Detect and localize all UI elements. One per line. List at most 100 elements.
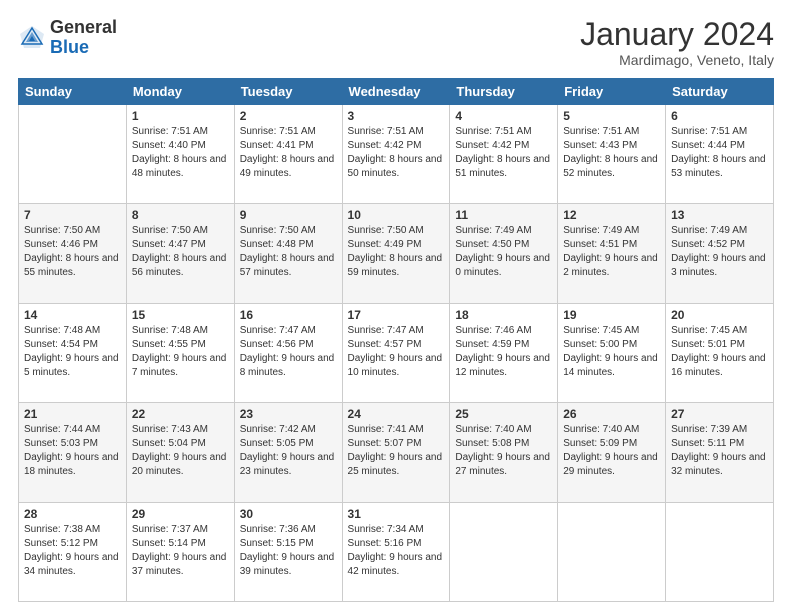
- day-number: 21: [24, 407, 121, 421]
- calendar-week-row: 14 Sunrise: 7:48 AMSunset: 4:54 PMDayligh…: [19, 303, 774, 402]
- day-number: 22: [132, 407, 229, 421]
- col-tuesday: Tuesday: [234, 79, 342, 105]
- day-number: 29: [132, 507, 229, 521]
- table-row: [450, 502, 558, 601]
- day-number: 28: [24, 507, 121, 521]
- day-number: 6: [671, 109, 768, 123]
- table-row: 1 Sunrise: 7:51 AMSunset: 4:40 PMDaylight…: [126, 105, 234, 204]
- table-row: 17Sunrise: 7:47 AMSunset: 4:57 PMDayligh…: [342, 303, 450, 402]
- day-info: Sunrise: 7:50 AMSunset: 4:48 PMDaylight:…: [240, 224, 337, 280]
- table-row: 2Sunrise: 7:51 AMSunset: 4:41 PMDaylight…: [234, 105, 342, 204]
- table-row: 26Sunrise: 7:40 AMSunset: 5:09 PMDayligh…: [558, 403, 666, 502]
- day-info: Sunrise: 7:51 AMSunset: 4:42 PMDaylight:…: [348, 125, 445, 181]
- table-row: [19, 105, 127, 204]
- table-row: 12 Sunrise: 7:49 AMSunset: 4:51 PMDayligh…: [558, 204, 666, 303]
- day-info: Sunrise: 7:47 AMSunset: 4:56 PMDaylight:…: [240, 324, 337, 380]
- table-row: [558, 502, 666, 601]
- day-number: 7: [24, 208, 121, 222]
- day-info: Sunrise: 7:43 AMSunset: 5:04 PMDaylight:…: [132, 423, 229, 479]
- day-number: 17: [348, 308, 445, 322]
- table-row: 10 Sunrise: 7:50 AMSunset: 4:49 PMDayligh…: [342, 204, 450, 303]
- table-row: 9 Sunrise: 7:50 AMSunset: 4:48 PMDaylight…: [234, 204, 342, 303]
- day-info: Sunrise: 7:39 AMSunset: 5:11 PMDaylight:…: [671, 423, 768, 479]
- col-friday: Friday: [558, 79, 666, 105]
- calendar-week-row: 21Sunrise: 7:44 AMSunset: 5:03 PMDayligh…: [19, 403, 774, 502]
- day-info: Sunrise: 7:46 AMSunset: 4:59 PMDaylight:…: [455, 324, 552, 380]
- day-info: Sunrise: 7:48 AMSunset: 4:54 PMDaylight:…: [24, 324, 121, 380]
- day-info: Sunrise: 7:41 AMSunset: 5:07 PMDaylight:…: [348, 423, 445, 479]
- day-info: Sunrise: 7:45 AMSunset: 5:00 PMDaylight:…: [563, 324, 660, 380]
- table-row: 20Sunrise: 7:45 AMSunset: 5:01 PMDayligh…: [666, 303, 774, 402]
- day-info: Sunrise: 7:50 AMSunset: 4:47 PMDaylight:…: [132, 224, 229, 280]
- table-row: 11 Sunrise: 7:49 AMSunset: 4:50 PMDayligh…: [450, 204, 558, 303]
- day-number: 8: [132, 208, 229, 222]
- day-info: Sunrise: 7:37 AMSunset: 5:14 PMDaylight:…: [132, 523, 229, 579]
- table-row: 25 Sunrise: 7:40 AMSunset: 5:08 PMDayligh…: [450, 403, 558, 502]
- table-row: 6 Sunrise: 7:51 AMSunset: 4:44 PMDaylight…: [666, 105, 774, 204]
- table-row: 23 Sunrise: 7:42 AMSunset: 5:05 PMDayligh…: [234, 403, 342, 502]
- day-number: 11: [455, 208, 552, 222]
- day-info: Sunrise: 7:49 AMSunset: 4:51 PMDaylight:…: [563, 224, 660, 280]
- day-number: 2: [240, 109, 337, 123]
- day-number: 18: [455, 308, 552, 322]
- logo-blue: Blue: [50, 38, 117, 58]
- day-number: 1: [132, 109, 229, 123]
- day-number: 13: [671, 208, 768, 222]
- table-row: 22 Sunrise: 7:43 AMSunset: 5:04 PMDayligh…: [126, 403, 234, 502]
- day-number: 27: [671, 407, 768, 421]
- calendar-header-row: Sunday Monday Tuesday Wednesday Thursday…: [19, 79, 774, 105]
- table-row: 14 Sunrise: 7:48 AMSunset: 4:54 PMDayligh…: [19, 303, 127, 402]
- col-saturday: Saturday: [666, 79, 774, 105]
- day-number: 5: [563, 109, 660, 123]
- table-row: 31 Sunrise: 7:34 AMSunset: 5:16 PMDayligh…: [342, 502, 450, 601]
- table-row: 8 Sunrise: 7:50 AMSunset: 4:47 PMDaylight…: [126, 204, 234, 303]
- col-wednesday: Wednesday: [342, 79, 450, 105]
- day-info: Sunrise: 7:38 AMSunset: 5:12 PMDaylight:…: [24, 523, 121, 579]
- table-row: 30Sunrise: 7:36 AMSunset: 5:15 PMDayligh…: [234, 502, 342, 601]
- day-number: 24: [348, 407, 445, 421]
- table-row: 5Sunrise: 7:51 AMSunset: 4:43 PMDaylight…: [558, 105, 666, 204]
- logo-general: General: [50, 18, 117, 38]
- table-row: 4Sunrise: 7:51 AMSunset: 4:42 PMDaylight…: [450, 105, 558, 204]
- day-number: 9: [240, 208, 337, 222]
- col-thursday: Thursday: [450, 79, 558, 105]
- day-number: 31: [348, 507, 445, 521]
- day-number: 15: [132, 308, 229, 322]
- day-number: 10: [348, 208, 445, 222]
- day-number: 14: [24, 308, 121, 322]
- table-row: 16 Sunrise: 7:47 AMSunset: 4:56 PMDayligh…: [234, 303, 342, 402]
- day-number: 25: [455, 407, 552, 421]
- table-row: 24 Sunrise: 7:41 AMSunset: 5:07 PMDayligh…: [342, 403, 450, 502]
- table-row: 18 Sunrise: 7:46 AMSunset: 4:59 PMDayligh…: [450, 303, 558, 402]
- day-info: Sunrise: 7:40 AMSunset: 5:09 PMDaylight:…: [563, 423, 660, 479]
- day-info: Sunrise: 7:51 AMSunset: 4:42 PMDaylight:…: [455, 125, 552, 181]
- logo: General Blue: [18, 18, 117, 58]
- calendar-week-row: 1 Sunrise: 7:51 AMSunset: 4:40 PMDaylight…: [19, 105, 774, 204]
- table-row: 21Sunrise: 7:44 AMSunset: 5:03 PMDayligh…: [19, 403, 127, 502]
- table-row: 3Sunrise: 7:51 AMSunset: 4:42 PMDaylight…: [342, 105, 450, 204]
- table-row: [666, 502, 774, 601]
- day-info: Sunrise: 7:51 AMSunset: 4:44 PMDaylight:…: [671, 125, 768, 181]
- calendar-week-row: 7Sunrise: 7:50 AMSunset: 4:46 PMDaylight…: [19, 204, 774, 303]
- day-info: Sunrise: 7:51 AMSunset: 4:40 PMDaylight:…: [132, 125, 229, 181]
- day-number: 23: [240, 407, 337, 421]
- month-title: January 2024: [580, 18, 774, 50]
- day-number: 12: [563, 208, 660, 222]
- col-monday: Monday: [126, 79, 234, 105]
- table-row: 15Sunrise: 7:48 AMSunset: 4:55 PMDayligh…: [126, 303, 234, 402]
- day-info: Sunrise: 7:50 AMSunset: 4:49 PMDaylight:…: [348, 224, 445, 280]
- calendar-week-row: 28 Sunrise: 7:38 AMSunset: 5:12 PMDayligh…: [19, 502, 774, 601]
- day-info: Sunrise: 7:49 AMSunset: 4:52 PMDaylight:…: [671, 224, 768, 280]
- day-info: Sunrise: 7:40 AMSunset: 5:08 PMDaylight:…: [455, 423, 552, 479]
- day-info: Sunrise: 7:34 AMSunset: 5:16 PMDaylight:…: [348, 523, 445, 579]
- logo-icon: [18, 24, 46, 52]
- day-number: 20: [671, 308, 768, 322]
- day-number: 16: [240, 308, 337, 322]
- table-row: 7Sunrise: 7:50 AMSunset: 4:46 PMDaylight…: [19, 204, 127, 303]
- title-section: January 2024 Mardimago, Veneto, Italy: [580, 18, 774, 68]
- day-info: Sunrise: 7:49 AMSunset: 4:50 PMDaylight:…: [455, 224, 552, 280]
- header: General Blue January 2024 Mardimago, Ven…: [18, 18, 774, 68]
- calendar-table: Sunday Monday Tuesday Wednesday Thursday…: [18, 78, 774, 602]
- table-row: 13 Sunrise: 7:49 AMSunset: 4:52 PMDayligh…: [666, 204, 774, 303]
- day-info: Sunrise: 7:42 AMSunset: 5:05 PMDaylight:…: [240, 423, 337, 479]
